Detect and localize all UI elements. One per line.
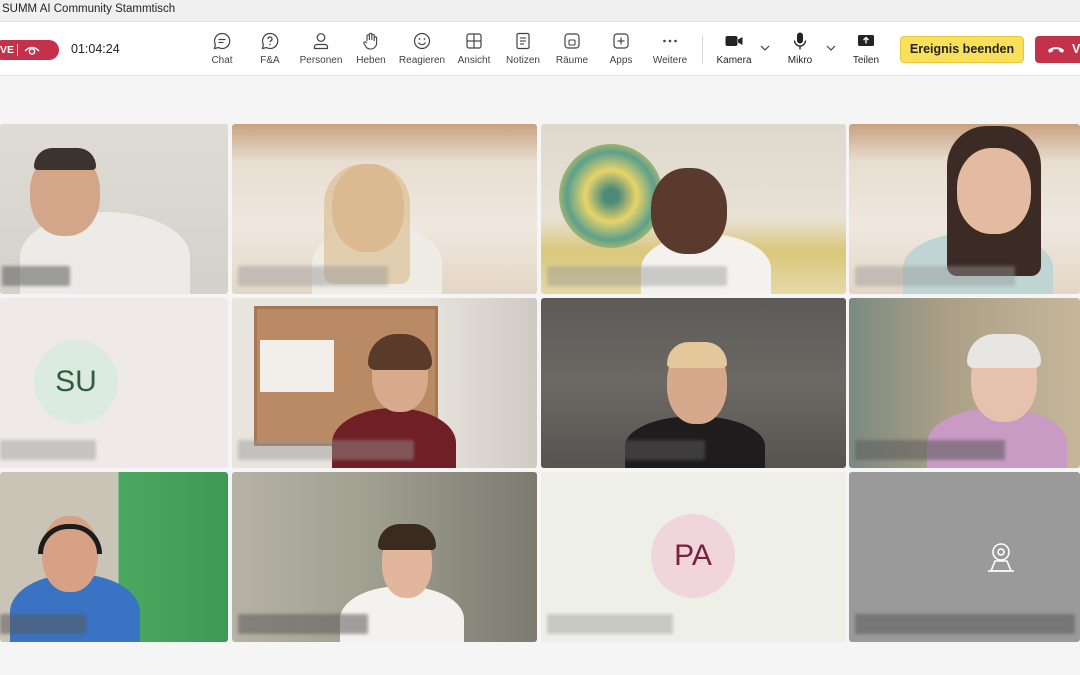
name-tag xyxy=(0,614,86,634)
name-tag xyxy=(855,614,1075,634)
name-tag xyxy=(547,614,673,634)
participant-face xyxy=(957,148,1031,234)
microphone-icon xyxy=(793,32,807,50)
share-button[interactable]: Teilen xyxy=(836,31,896,71)
bookshelf-door xyxy=(260,340,334,392)
video-tile[interactable] xyxy=(849,472,1080,642)
more-button[interactable]: Weitere xyxy=(640,31,700,71)
participant-hair xyxy=(378,524,436,550)
notes-icon xyxy=(516,32,530,50)
raise-hand-icon xyxy=(363,32,378,50)
live-label: VE xyxy=(0,44,15,56)
share-screen-icon xyxy=(858,35,874,46)
video-tile[interactable] xyxy=(232,298,537,468)
name-tag xyxy=(547,440,705,460)
mic-options-chevron-icon[interactable] xyxy=(826,44,836,52)
participant-face xyxy=(651,168,727,254)
mic-label: Mikro xyxy=(787,55,813,66)
decor-wheel xyxy=(559,144,663,248)
participant-hair xyxy=(667,342,727,368)
participant-hair xyxy=(967,334,1041,368)
phone-hangup-icon xyxy=(1048,47,1064,53)
name-tag xyxy=(855,266,1015,286)
video-tile[interactable] xyxy=(849,124,1080,294)
react-button[interactable]: Reagieren xyxy=(392,31,452,71)
more-label: Weitere xyxy=(652,55,688,66)
live-separator xyxy=(17,44,18,56)
video-tile[interactable] xyxy=(541,124,846,294)
name-tag xyxy=(238,440,414,460)
name-tag xyxy=(855,440,1005,460)
leave-button[interactable]: V xyxy=(1035,36,1080,63)
question-bubble-icon xyxy=(261,32,279,50)
video-camera-icon xyxy=(725,36,743,46)
participant-hair xyxy=(34,148,96,170)
react-label: Reagieren xyxy=(398,55,446,66)
smiley-icon xyxy=(413,32,431,50)
video-tile[interactable]: PA xyxy=(541,472,846,642)
breakout-rooms-icon xyxy=(564,33,580,49)
eye-icon xyxy=(24,46,40,55)
avatar: PA xyxy=(651,514,735,598)
chat-bubble-icon xyxy=(213,32,231,50)
name-tag xyxy=(238,614,368,634)
name-tag xyxy=(0,440,96,460)
name-tag xyxy=(2,266,70,286)
leave-label: V xyxy=(1072,42,1080,56)
meeting-timer: 01:04:24 xyxy=(71,42,120,56)
video-tile[interactable] xyxy=(541,298,846,468)
video-tile[interactable] xyxy=(0,472,228,642)
name-tag xyxy=(547,266,727,286)
video-tile[interactable] xyxy=(232,124,537,294)
video-tile[interactable] xyxy=(0,124,228,294)
toolbar-divider xyxy=(702,36,703,64)
avatar: SU xyxy=(34,340,118,424)
video-tile[interactable] xyxy=(232,472,537,642)
person-icon xyxy=(313,33,329,50)
ellipsis-icon xyxy=(663,39,677,43)
window-titlebar: SUMM AI Community Stammtisch xyxy=(0,0,1080,22)
room-camera-icon xyxy=(988,543,1014,572)
camera-options-chevron-icon[interactable] xyxy=(760,44,770,52)
end-event-button[interactable]: Ereignis beenden xyxy=(900,36,1024,63)
name-tag xyxy=(238,266,388,286)
video-tile[interactable] xyxy=(849,298,1080,468)
camera-button[interactable]: Kamera xyxy=(704,31,764,71)
meeting-toolbar: VE 01:04:24 Chat F&A Personen Heben Reag… xyxy=(0,22,1080,76)
mic-button[interactable]: Mikro xyxy=(770,31,830,71)
share-label: Teilen xyxy=(852,55,880,66)
camera-label: Kamera xyxy=(716,55,752,66)
grid-view-icon xyxy=(466,33,482,49)
video-tile[interactable]: SU xyxy=(0,298,228,468)
live-badge[interactable]: VE xyxy=(0,40,59,60)
window-title: SUMM AI Community Stammtisch xyxy=(2,3,176,15)
apps-plus-icon xyxy=(613,33,629,49)
